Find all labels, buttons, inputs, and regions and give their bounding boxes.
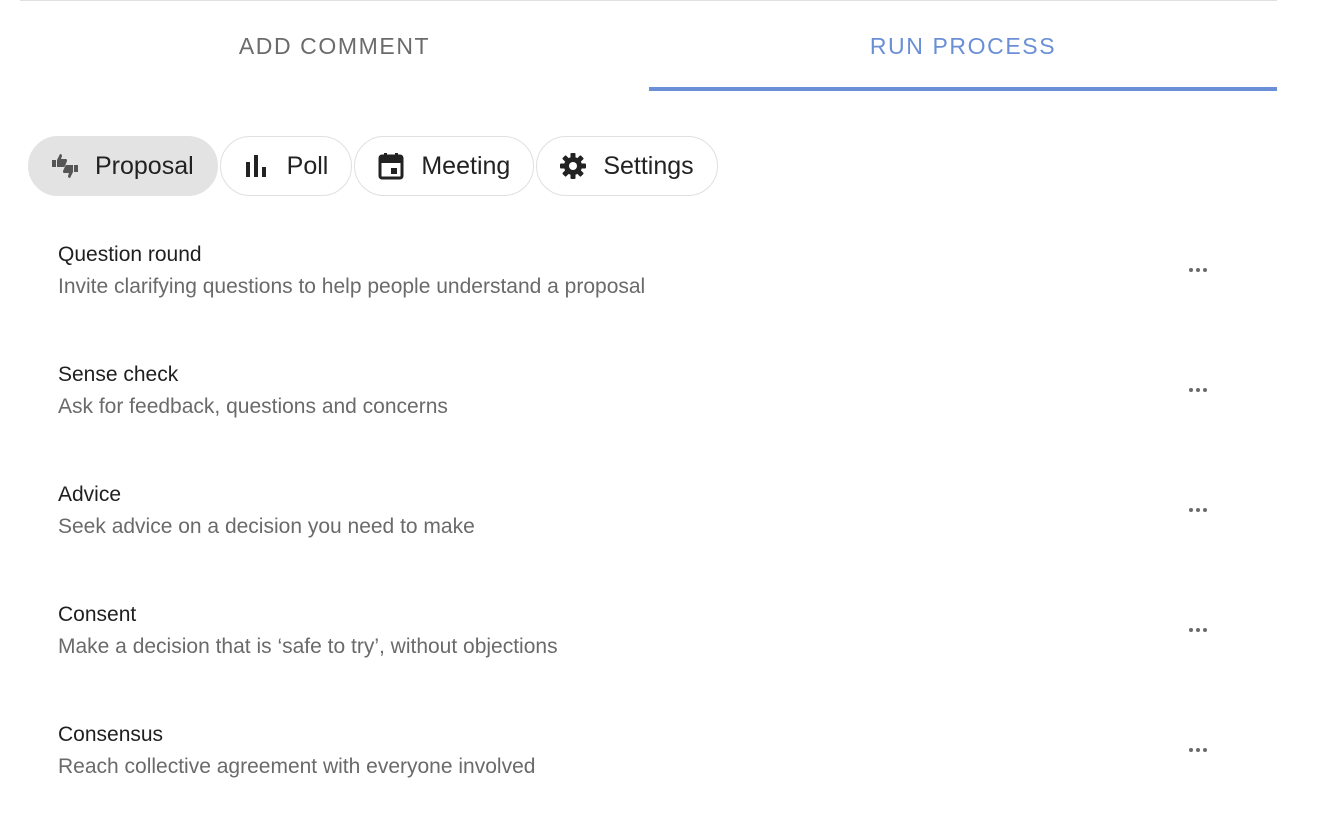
- more-options-button[interactable]: [1180, 255, 1216, 285]
- process-description: Seek advice on a decision you need to ma…: [58, 515, 475, 538]
- active-tab-indicator: [649, 87, 1277, 91]
- list-item[interactable]: Question round Invite clarifying questio…: [0, 210, 1277, 330]
- chip-meeting[interactable]: Meeting: [354, 136, 535, 196]
- list-item[interactable]: Consent Make a decision that is ‘safe to…: [0, 570, 1277, 690]
- process-description: Make a decision that is ‘safe to try’, w…: [58, 635, 558, 658]
- process-title: Sense check: [58, 363, 179, 386]
- process-description: Invite clarifying questions to help peop…: [58, 275, 646, 298]
- dot-icon: [1196, 388, 1200, 392]
- dot-icon: [1189, 268, 1193, 272]
- tab-run-process[interactable]: RUN PROCESS: [649, 1, 1277, 91]
- chip-proposal-label: Proposal: [95, 151, 194, 180]
- dot-icon: [1189, 388, 1193, 392]
- process-description: Reach collective agreement with everyone…: [58, 755, 536, 778]
- dot-icon: [1203, 628, 1207, 632]
- process-title: Advice: [58, 483, 122, 506]
- dot-icon: [1196, 508, 1200, 512]
- chip-settings[interactable]: Settings: [536, 136, 718, 196]
- bar-chart-icon: [241, 150, 273, 182]
- thumbs-up-down-icon: [49, 150, 81, 182]
- process-title: Question round: [58, 243, 202, 266]
- composer-tabs: ADD COMMENT RUN PROCESS: [0, 1, 1277, 91]
- gear-icon: [557, 150, 589, 182]
- dot-icon: [1203, 388, 1207, 392]
- dot-icon: [1189, 628, 1193, 632]
- list-item[interactable]: Sense check Ask for feedback, questions …: [0, 330, 1277, 450]
- dot-icon: [1196, 628, 1200, 632]
- process-title: Consent: [58, 603, 137, 626]
- list-item[interactable]: Advice Seek advice on a decision you nee…: [0, 450, 1277, 570]
- list-item[interactable]: Consensus Reach collective agreement wit…: [0, 690, 1277, 810]
- chip-poll-label: Poll: [286, 151, 329, 180]
- tab-add-comment[interactable]: ADD COMMENT: [20, 1, 649, 91]
- process-description: Ask for feedback, questions and concerns: [58, 395, 448, 418]
- dot-icon: [1189, 748, 1193, 752]
- chip-settings-label: Settings: [603, 151, 694, 180]
- dot-icon: [1196, 268, 1200, 272]
- chip-proposal[interactable]: Proposal: [28, 136, 218, 196]
- dot-icon: [1189, 508, 1193, 512]
- chip-poll[interactable]: Poll: [219, 136, 353, 196]
- process-title: Consensus: [58, 723, 164, 746]
- dot-icon: [1203, 748, 1207, 752]
- tab-add-comment-label: ADD COMMENT: [238, 32, 431, 59]
- calendar-icon: [375, 150, 407, 182]
- process-type-chips: Proposal Poll Meeting Settings: [28, 136, 718, 196]
- dot-icon: [1196, 748, 1200, 752]
- dot-icon: [1203, 508, 1207, 512]
- tab-run-process-label: RUN PROCESS: [869, 32, 1057, 59]
- chip-meeting-label: Meeting: [421, 151, 511, 180]
- process-list: Question round Invite clarifying questio…: [0, 210, 1277, 810]
- more-options-button[interactable]: [1180, 735, 1216, 765]
- more-options-button[interactable]: [1180, 615, 1216, 645]
- dot-icon: [1203, 268, 1207, 272]
- more-options-button[interactable]: [1180, 495, 1216, 525]
- more-options-button[interactable]: [1180, 375, 1216, 405]
